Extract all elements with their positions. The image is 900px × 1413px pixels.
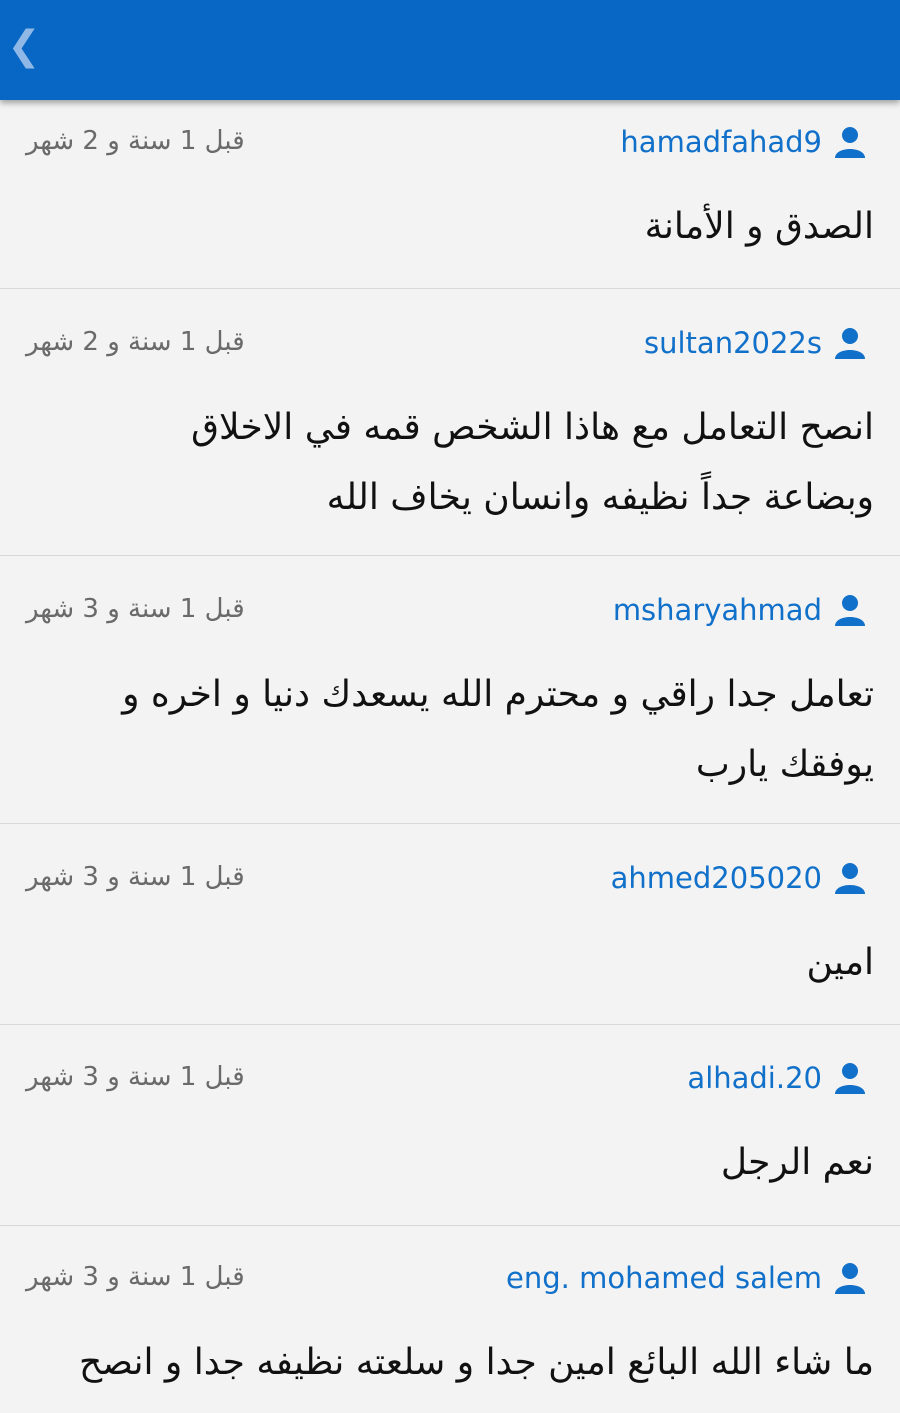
review-text: الصدق و الأمانة <box>644 206 874 247</box>
review-text: امين <box>806 942 874 983</box>
review-user-link[interactable]: sultan2022s <box>644 323 868 363</box>
review-time: قبل 1 سنة و 3 شهر <box>26 1062 245 1092</box>
user-icon <box>835 863 865 894</box>
review-user-link[interactable]: eng. mohamed salem <box>506 1258 868 1298</box>
review-item: alhadi.20 قبل 1 سنة و 3 شهر نعم الرجل <box>0 1025 900 1226</box>
review-username[interactable]: sultan2022s <box>644 326 822 360</box>
review-username[interactable]: msharyahmad <box>613 593 822 627</box>
user-icon <box>835 127 865 158</box>
review-username[interactable]: hamadfahad9 <box>620 125 822 159</box>
review-time: قبل 1 سنة و 2 شهر <box>26 126 245 156</box>
review-time: قبل 1 سنة و 3 شهر <box>26 594 245 624</box>
back-button[interactable]: ❮ <box>4 18 44 74</box>
review-user-link[interactable]: alhadi.20 <box>687 1058 868 1098</box>
user-icon <box>835 328 865 359</box>
user-icon <box>835 595 865 626</box>
user-icon <box>835 1263 865 1294</box>
review-user-link[interactable]: msharyahmad <box>613 590 868 630</box>
review-user-link[interactable]: hamadfahad9 <box>620 122 868 162</box>
review-time: قبل 1 سنة و 3 شهر <box>26 862 245 892</box>
review-item: ahmed205020 قبل 1 سنة و 3 شهر امين <box>0 824 900 1025</box>
review-time: قبل 1 سنة و 3 شهر <box>26 1262 245 1292</box>
review-username[interactable]: alhadi.20 <box>687 1061 822 1095</box>
review-username[interactable]: ahmed205020 <box>611 861 822 895</box>
review-text: تعامل جدا راقي و محترم الله يسعدك دنيا و… <box>122 674 874 785</box>
review-time: قبل 1 سنة و 2 شهر <box>26 327 245 357</box>
user-icon <box>835 1063 865 1094</box>
review-item: eng. mohamed salem قبل 1 سنة و 3 شهر ما … <box>0 1226 900 1413</box>
review-item: sultan2022s قبل 1 سنة و 2 شهر انصح التعا… <box>0 289 900 556</box>
review-item: msharyahmad قبل 1 سنة و 3 شهر تعامل جدا … <box>0 556 900 824</box>
review-user-link[interactable]: ahmed205020 <box>611 858 868 898</box>
review-text: نعم الرجل <box>720 1142 874 1183</box>
chevron-left-icon: ❮ <box>7 23 41 69</box>
review-text: انصح التعامل مع هاذا الشخص قمه في الاخلا… <box>191 407 874 518</box>
app-header: ❮ <box>0 0 900 100</box>
review-text: ما شاء الله البائع امين جدا و سلعته نظيف… <box>78 1342 874 1383</box>
review-username[interactable]: eng. mohamed salem <box>506 1261 822 1295</box>
